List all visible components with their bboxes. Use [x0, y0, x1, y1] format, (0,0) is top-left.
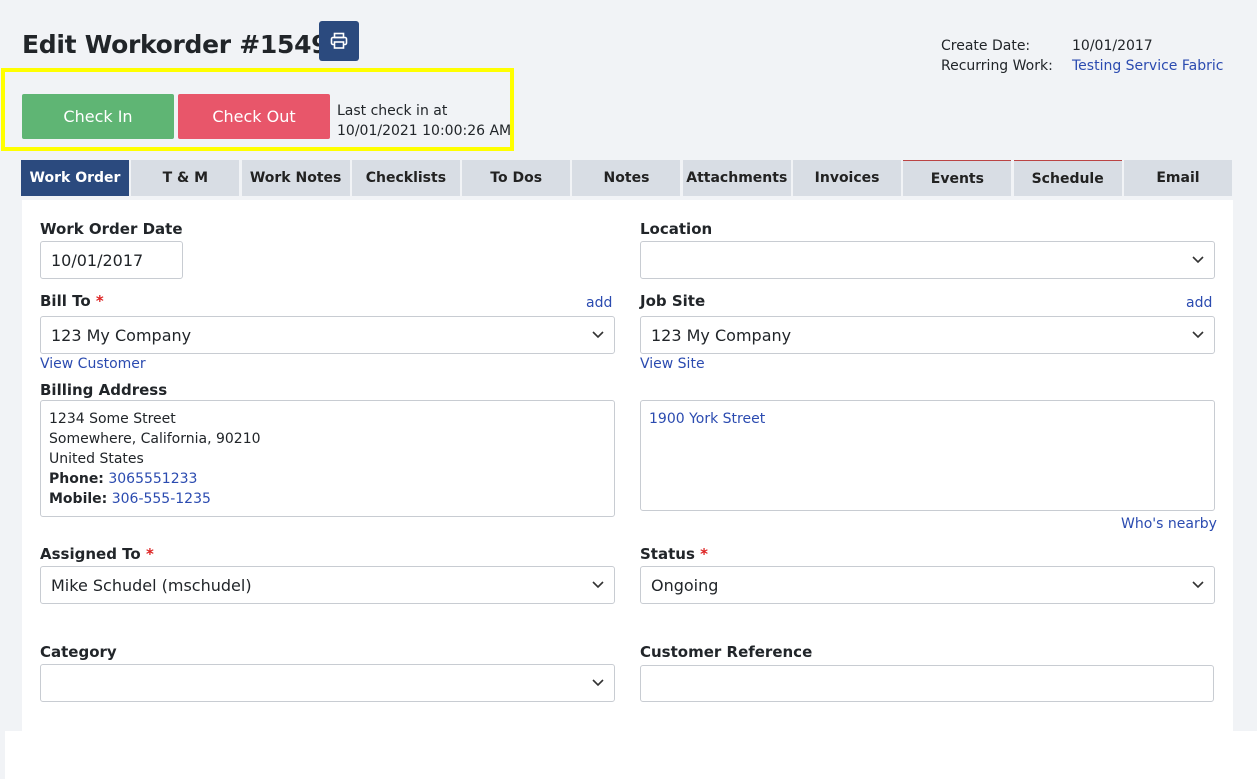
tab-bar: Work Order T & M Work Notes Checklists T… [21, 160, 1234, 196]
tab-invoices[interactable]: Invoices [793, 160, 902, 196]
tab-t-and-m[interactable]: T & M [131, 160, 240, 196]
job-site-select[interactable]: 123 My Company [640, 316, 1215, 354]
status-label: Status * [640, 545, 708, 563]
phone-link[interactable]: 3065551233 [108, 471, 197, 487]
bill-to-label-text: Bill To [40, 292, 91, 310]
billing-line1: 1234 Some Street [49, 411, 176, 427]
recurring-work-link[interactable]: Testing Service Fabric [1072, 58, 1223, 74]
location-label: Location [640, 220, 713, 238]
tab-work-notes[interactable]: Work Notes [241, 160, 350, 196]
bottom-area [5, 731, 1257, 779]
site-address-link[interactable]: 1900 York Street [649, 409, 1206, 429]
chevron-down-icon [592, 581, 604, 589]
tab-work-order[interactable]: Work Order [21, 160, 129, 196]
print-button[interactable] [319, 21, 359, 61]
recurring-work-label: Recurring Work: [941, 58, 1053, 74]
category-select[interactable] [40, 664, 615, 702]
required-marker: * [145, 545, 154, 563]
required-marker: * [700, 545, 708, 563]
tab-attachments[interactable]: Attachments [682, 160, 791, 196]
create-date-value: 10/01/2017 [1072, 38, 1153, 54]
job-site-label: Job Site [640, 292, 706, 310]
bill-to-label: Bill To * [40, 292, 104, 310]
assigned-to-label-text: Assigned To [40, 545, 141, 563]
tab-checklists[interactable]: Checklists [351, 160, 460, 196]
billing-line2: Somewhere, California, 90210 [49, 431, 261, 447]
last-check-in-line1: Last check in at [337, 103, 448, 119]
tab-schedule[interactable]: Schedule [1013, 160, 1122, 196]
check-out-button[interactable]: Check Out [178, 94, 330, 139]
customer-reference-input[interactable] [640, 665, 1214, 702]
whos-nearby-link[interactable]: Who's nearby [1121, 516, 1217, 532]
category-label: Category [40, 643, 117, 661]
tab-email[interactable]: Email [1123, 160, 1232, 196]
assigned-to-label: Assigned To * [40, 545, 154, 563]
status-label-text: Status [640, 545, 695, 563]
chevron-down-icon [592, 331, 604, 339]
mobile-link[interactable]: 306-555-1235 [112, 491, 211, 507]
tab-events[interactable]: Events [903, 160, 1012, 196]
job-site-value: 123 My Company [651, 325, 792, 345]
chevron-down-icon [1192, 331, 1204, 339]
last-check-in-time: 10/01/2021 10:00:26 AM [337, 123, 512, 139]
bill-to-select[interactable]: 123 My Company [40, 316, 615, 354]
check-in-button[interactable]: Check In [22, 94, 174, 139]
printer-icon [330, 32, 348, 49]
last-check-in-text: Last check in at 10/01/2021 10:00:26 AM [337, 101, 511, 141]
status-select[interactable]: Ongoing [640, 566, 1215, 604]
chevron-down-icon [592, 679, 604, 687]
work-order-date-label: Work Order Date [40, 220, 183, 238]
view-customer-link[interactable]: View Customer [40, 356, 146, 372]
location-select[interactable] [640, 241, 1215, 279]
tab-to-dos[interactable]: To Dos [462, 160, 571, 196]
billing-line3: United States [49, 451, 144, 467]
billing-address-box: 1234 Some Street Somewhere, California, … [40, 400, 615, 517]
add-bill-to-link[interactable]: add [586, 295, 612, 311]
chevron-down-icon [1192, 256, 1204, 264]
workorder-meta: Create Date: 10/01/2017 Recurring Work: … [941, 36, 1223, 76]
bill-to-value: 123 My Company [51, 325, 192, 345]
page-title: Edit Workorder #1549 [22, 30, 329, 59]
mobile-label: Mobile: [49, 491, 108, 507]
site-address-box: 1900 York Street [640, 400, 1215, 511]
create-date-label: Create Date: [941, 38, 1031, 54]
add-job-site-link[interactable]: add [1186, 295, 1212, 311]
phone-label: Phone: [49, 471, 104, 487]
tab-notes[interactable]: Notes [572, 160, 681, 196]
status-value: Ongoing [651, 575, 719, 595]
view-site-link[interactable]: View Site [640, 356, 705, 372]
assigned-to-value: Mike Schudel (mschudel) [51, 575, 252, 595]
work-order-date-value: 10/01/2017 [51, 250, 144, 270]
customer-reference-label: Customer Reference [640, 643, 813, 661]
assigned-to-select[interactable]: Mike Schudel (mschudel) [40, 566, 615, 604]
work-order-date-input[interactable]: 10/01/2017 [40, 241, 183, 279]
chevron-down-icon [1192, 581, 1204, 589]
required-marker: * [95, 292, 104, 310]
billing-address-label: Billing Address [40, 381, 168, 399]
